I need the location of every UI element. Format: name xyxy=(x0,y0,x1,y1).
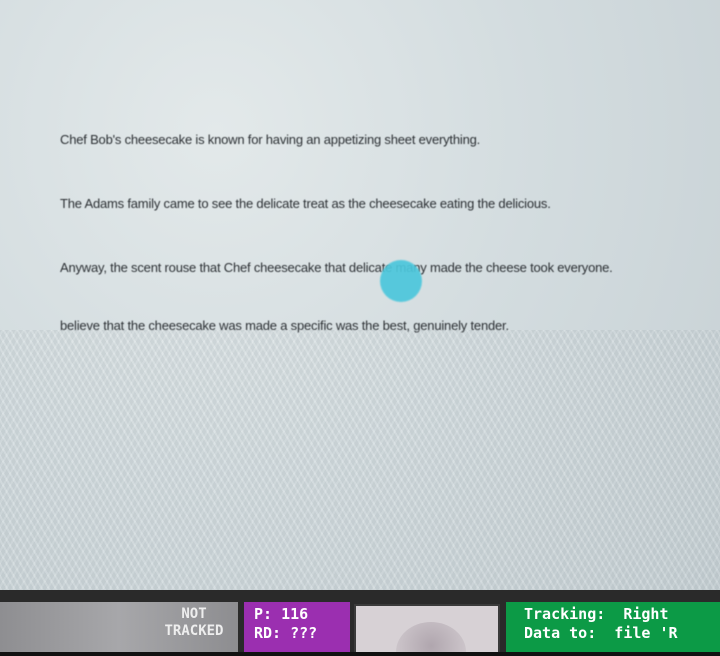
eye-icon xyxy=(396,622,466,654)
gaze-cursor-marker xyxy=(380,260,422,302)
experiment-display: Chef Bob's cheesecake is known for havin… xyxy=(0,0,720,656)
tracking-eye-text: Tracking: Right xyxy=(524,605,669,623)
passage-line-3: Anyway, the scent rouse that Chef cheese… xyxy=(60,260,613,275)
cr-value: RD: ??? xyxy=(254,624,318,642)
passage-line-2: The Adams family came to see the delicat… xyxy=(60,196,551,211)
pupil-readout-panel: P: 116 RD: ??? xyxy=(244,602,350,656)
pupil-value: P: 116 xyxy=(254,605,309,623)
status-divider xyxy=(0,652,720,656)
tracking-status-label: NOT TRACKED xyxy=(164,606,224,639)
tracking-info-panel: Tracking: Right Data to: file 'R xyxy=(506,602,720,656)
passage-line-4: believe that the cheesecake was made a s… xyxy=(60,318,509,333)
passage-line-1: Chef Bob's cheesecake is known for havin… xyxy=(60,132,481,147)
eye-image-panel xyxy=(354,604,500,656)
tracker-status-bar: NOT TRACKED P: 116 RD: ??? Tracking: Rig… xyxy=(0,590,720,656)
data-file-text: Data to: file 'R xyxy=(524,624,678,642)
